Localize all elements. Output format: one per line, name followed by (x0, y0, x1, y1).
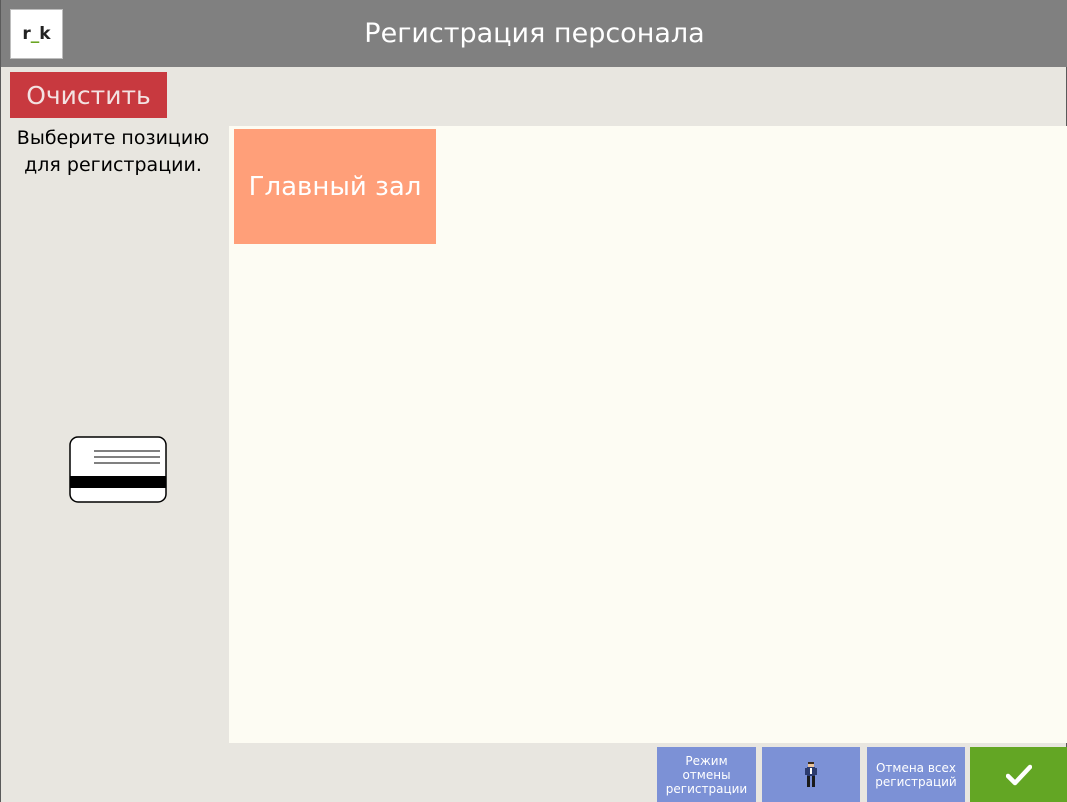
cancel-registration-mode-button[interactable]: Режим отмены регистрации (657, 747, 756, 802)
logo-letter-k: k (39, 24, 51, 44)
position-main-hall-button[interactable]: Главный зал (234, 129, 436, 244)
logo-letter-r: r (22, 24, 31, 44)
cancel-registration-mode-label: Режим отмены регистрации (665, 753, 748, 796)
page-title: Регистрация персонала (364, 18, 705, 49)
cancel-all-registrations-button[interactable]: Отмена всех регистраций (867, 747, 965, 802)
checkmark-icon (1006, 764, 1032, 785)
person-icon (805, 761, 817, 787)
instruction-text: Выберите позицию для регистрации. (16, 127, 210, 176)
clear-button[interactable]: Очистить (10, 72, 167, 118)
logo-underscore: _ (30, 24, 40, 44)
magnetic-card-icon (69, 436, 167, 503)
confirm-button[interactable] (970, 747, 1067, 802)
header-bar: Регистрация персонала r _ k (1, 0, 1067, 67)
cancel-all-registrations-label: Отмена всех регистраций (875, 760, 957, 789)
app-window: Регистрация персонала r _ k Очистить Выбер… (0, 0, 1067, 802)
app-logo: r _ k (10, 9, 63, 59)
person-button[interactable] (762, 747, 860, 802)
